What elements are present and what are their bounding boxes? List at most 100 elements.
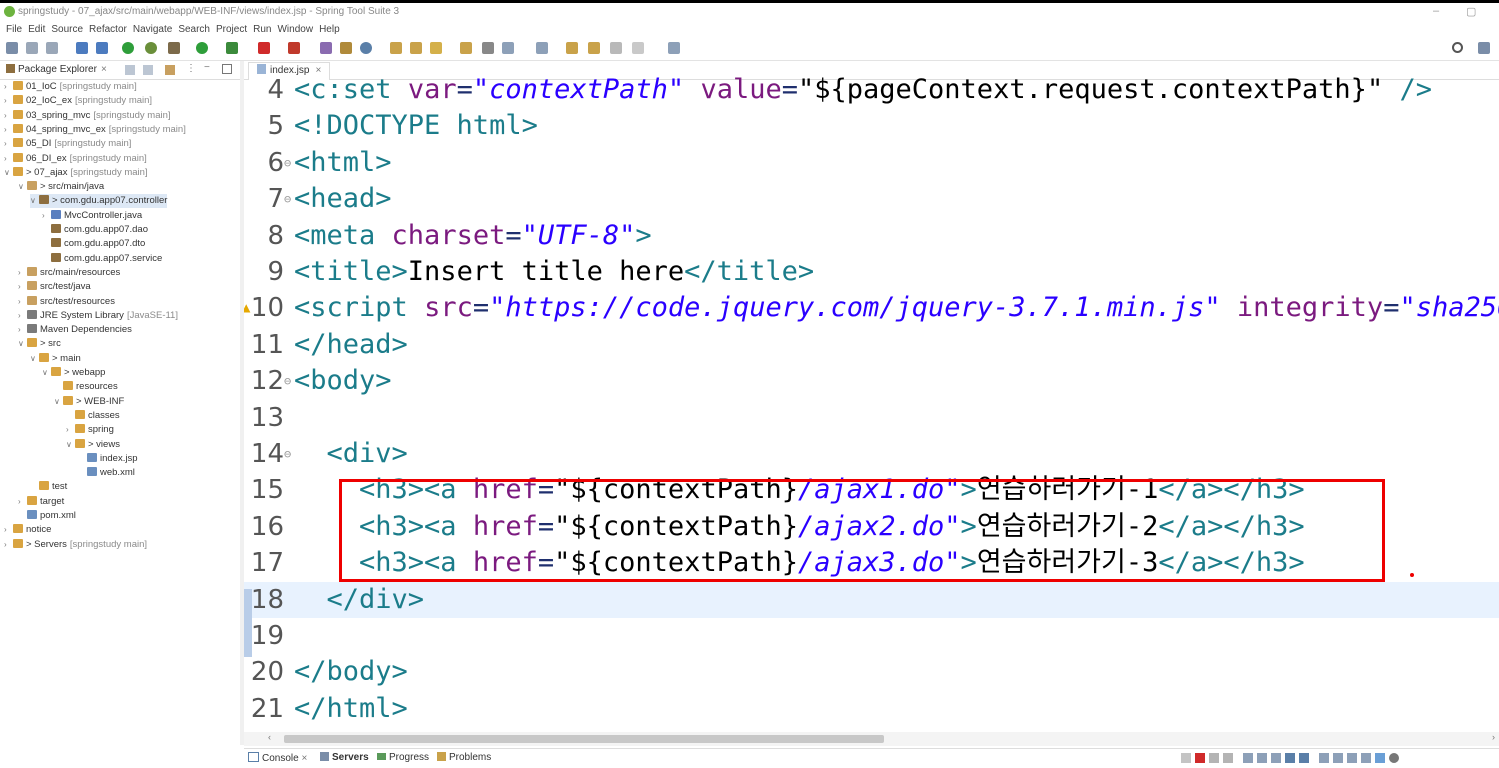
tree-item[interactable]: › notice — [4, 523, 51, 537]
open-folder-icon[interactable] — [390, 42, 402, 54]
chevron-right-icon[interactable]: › — [66, 423, 75, 437]
tree-item[interactable]: com.gdu.app07.service — [42, 252, 162, 266]
tab-progress[interactable]: Progress — [377, 752, 429, 763]
debug-server-icon[interactable] — [1271, 753, 1281, 763]
tree-item[interactable]: com.gdu.app07.dao — [42, 223, 148, 237]
save-all-icon[interactable] — [46, 42, 58, 54]
fold-icon[interactable]: ⊖ — [284, 363, 291, 399]
code-line[interactable]: 7 ⊖ <head> — [244, 181, 1499, 217]
search-folder-icon[interactable] — [460, 42, 472, 54]
new-console-icon[interactable] — [1347, 753, 1357, 763]
menu-source[interactable]: Source — [51, 22, 83, 37]
settings-gear-icon[interactable] — [1389, 753, 1399, 763]
code-line[interactable]: 6 ⊖ <html> — [244, 145, 1499, 181]
fold-icon[interactable]: ⊖ — [284, 436, 291, 472]
build-icon[interactable] — [168, 42, 180, 54]
chevron-down-icon[interactable]: ∨ — [18, 337, 27, 351]
tree-item[interactable]: ∨ > 07_ajax [springstudy main] — [4, 166, 148, 180]
chevron-right-icon[interactable]: › — [18, 495, 27, 509]
chevron-right-icon[interactable]: › — [4, 94, 13, 108]
chevron-right-icon[interactable]: › — [18, 280, 27, 294]
chevron-right-icon[interactable]: › — [4, 523, 13, 537]
tree-item[interactable]: › target — [18, 495, 64, 509]
web-browser-icon[interactable] — [360, 42, 372, 54]
chevron-down-icon[interactable]: ∨ — [4, 166, 13, 180]
fold-icon[interactable]: ⊖ — [284, 181, 291, 217]
close-icon[interactable]: × — [301, 753, 307, 764]
chevron-down-icon[interactable]: ∨ — [30, 352, 39, 366]
pin-editor-icon[interactable] — [668, 42, 680, 54]
tree-item[interactable]: › Maven Dependencies — [18, 323, 132, 337]
tree-item[interactable]: ∨ > src/main/java — [18, 180, 104, 194]
code-line[interactable]: 19 — [244, 618, 1499, 654]
tree-item[interactable]: pom.xml — [18, 509, 76, 523]
package-explorer-tab[interactable]: Package Explorer × — [6, 64, 107, 75]
last-edit-icon[interactable] — [566, 42, 578, 54]
tree-item[interactable]: › 06_DI_ex [springstudy main] — [4, 152, 147, 166]
tab-console[interactable]: Console × — [248, 752, 307, 764]
horizontal-scrollbar[interactable]: ‹ › — [244, 732, 1499, 746]
scrollbar-thumb[interactable] — [284, 735, 884, 743]
chevron-down-icon[interactable]: ∨ — [54, 395, 63, 409]
code-line[interactable]: 5 <!DOCTYPE html> — [244, 108, 1499, 144]
tab-problems[interactable]: Problems — [437, 752, 491, 763]
tree-item[interactable]: ∨ > src — [18, 337, 61, 351]
forward-dropdown-icon[interactable] — [632, 42, 644, 54]
console-icon[interactable] — [96, 42, 108, 54]
code-line[interactable]: 13 — [244, 400, 1499, 436]
code-line[interactable]: 21 </html> — [244, 691, 1499, 727]
tree-item[interactable]: › 01_IoC [springstudy main] — [4, 80, 137, 94]
tree-item[interactable]: › JRE System Library [JavaSE-11] — [18, 309, 178, 323]
code-line[interactable]: 11 </head> — [244, 327, 1499, 363]
run-icon[interactable] — [196, 42, 208, 54]
external-tools-icon[interactable] — [226, 42, 238, 54]
view-icon[interactable] — [1299, 753, 1309, 763]
tree-item[interactable]: index.jsp — [78, 452, 138, 466]
close-icon[interactable]: × — [101, 64, 107, 75]
toggle-icon[interactable] — [76, 42, 88, 54]
tree-item[interactable]: ∨ > views — [66, 438, 120, 452]
publish-icon[interactable] — [1243, 753, 1253, 763]
perspective-icon[interactable] — [1478, 42, 1490, 54]
chevron-right-icon[interactable]: › — [4, 152, 13, 166]
chevron-right-icon[interactable]: › — [42, 209, 51, 223]
menu-project[interactable]: Project — [216, 22, 247, 37]
debug-icon[interactable] — [122, 42, 134, 54]
open-task-icon[interactable] — [340, 42, 352, 54]
chevron-down-icon[interactable]: ∨ — [18, 180, 27, 194]
start-server-icon[interactable] — [1181, 753, 1191, 763]
fold-icon[interactable]: ⊖ — [284, 145, 291, 181]
chevron-right-icon[interactable]: › — [18, 309, 27, 323]
tree-item[interactable]: ∨ > webapp — [42, 366, 105, 380]
tree-item[interactable]: › 04_spring_mvc_ex [springstudy main] — [4, 123, 186, 137]
menu-run[interactable]: Run — [253, 22, 271, 37]
menu-refactor[interactable]: Refactor — [89, 22, 127, 37]
pin-console-icon[interactable] — [1319, 753, 1329, 763]
menu-search[interactable]: Search — [178, 22, 210, 37]
new-icon[interactable] — [6, 42, 18, 54]
open-file-icon[interactable] — [410, 42, 422, 54]
chevron-right-icon[interactable]: › — [4, 137, 13, 151]
open-type-icon[interactable] — [320, 42, 332, 54]
chevron-right-icon[interactable]: › — [4, 80, 13, 94]
chevron-right-icon[interactable]: › — [18, 323, 27, 337]
code-line[interactable]: 9 <title>Insert title here</title> — [244, 254, 1499, 290]
save-icon[interactable] — [26, 42, 38, 54]
code-line[interactable]: 20 </body> — [244, 654, 1499, 690]
view-menu-icon[interactable]: ⋮ — [186, 63, 196, 74]
tree-item[interactable]: › spring — [66, 423, 114, 437]
terminate-icon[interactable] — [288, 42, 300, 54]
scroll-right-icon[interactable]: › — [1492, 732, 1495, 742]
scroll-lock-icon[interactable] — [1361, 753, 1371, 763]
menu-navigate[interactable]: Navigate — [133, 22, 172, 37]
chevron-right-icon[interactable]: › — [18, 295, 27, 309]
minimize-view-icon[interactable]: − — [204, 62, 210, 73]
tree-item[interactable]: › 03_spring_mvc [springstudy main] — [4, 109, 171, 123]
restore-button[interactable]: ▢ — [1466, 5, 1476, 18]
profile-icon[interactable] — [1285, 753, 1295, 763]
display-console-icon[interactable] — [1333, 753, 1343, 763]
forward-icon[interactable] — [610, 42, 622, 54]
tree-item[interactable]: › src/test/java — [18, 280, 91, 294]
tree-item[interactable]: ∨ > main — [30, 352, 81, 366]
tree-item[interactable]: classes — [66, 409, 120, 423]
